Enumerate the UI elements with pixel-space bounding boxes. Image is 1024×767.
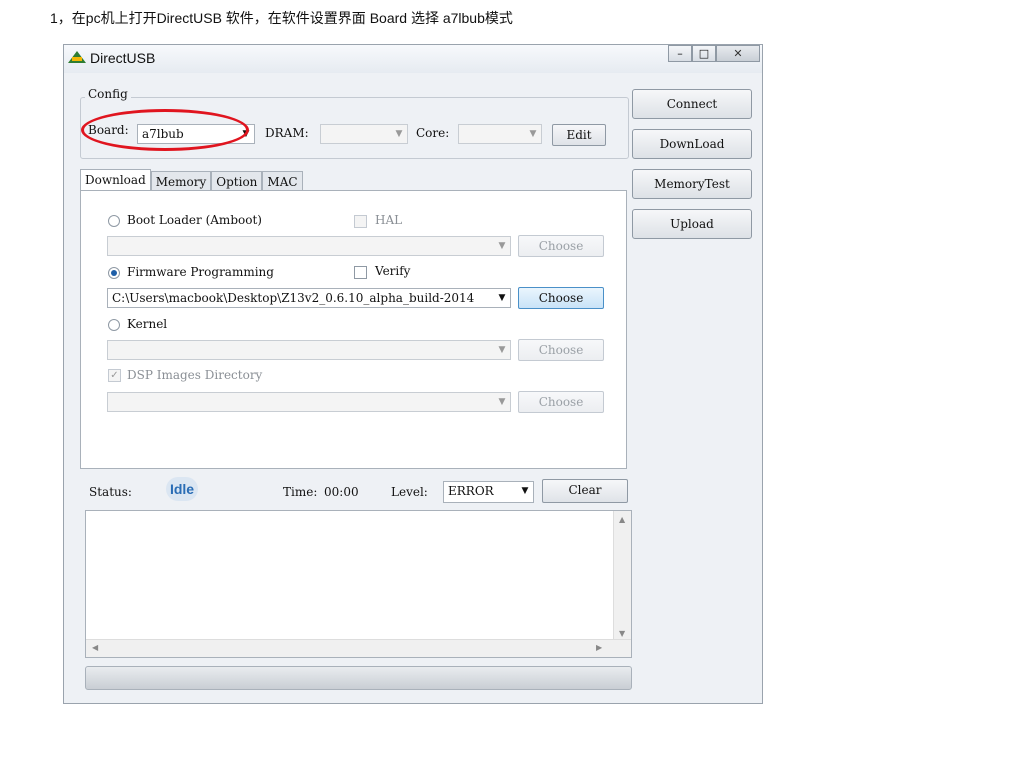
chevron-down-icon[interactable]: ▼ [517, 482, 533, 500]
status-label: Status: [89, 485, 132, 499]
level-select-value: ERROR [448, 484, 494, 498]
tab-mac[interactable]: MAC [262, 171, 303, 191]
core-label: Core: [416, 126, 450, 140]
time-value: 00:00 [324, 485, 359, 499]
dsp-label: DSP Images Directory [127, 368, 263, 382]
hal-checkbox[interactable] [354, 215, 367, 228]
kernel-path-select[interactable]: ▼ [107, 340, 511, 360]
scroll-right-icon[interactable]: ▶ [596, 643, 602, 652]
dsp-checkbox[interactable]: ✓ [108, 369, 121, 382]
close-button[interactable]: ✕ [716, 45, 760, 62]
chevron-down-icon[interactable]: ▼ [494, 237, 510, 255]
vertical-scrollbar[interactable]: ▲ ▼ [613, 511, 631, 642]
firmware-radio[interactable] [108, 267, 120, 279]
window-controls: – □ ✕ [668, 45, 760, 63]
maximize-button[interactable]: □ [692, 45, 716, 62]
tab-option[interactable]: Option [211, 171, 263, 191]
firmware-choose-button[interactable]: Choose [518, 287, 604, 309]
horizontal-scrollbar[interactable]: ◀ ▶ [86, 639, 631, 657]
firmware-label: Firmware Programming [127, 265, 274, 279]
tab-bar: Download Memory Option MAC [80, 169, 303, 191]
connect-button[interactable]: Connect [632, 89, 752, 119]
progress-bar [85, 666, 632, 690]
bootloader-label: Boot Loader (Amboot) [127, 213, 262, 227]
bootloader-radio[interactable] [108, 215, 120, 227]
chevron-down-icon[interactable]: ▼ [525, 125, 541, 143]
chevron-down-icon[interactable]: ▼ [494, 341, 510, 359]
minimize-button[interactable]: – [668, 45, 692, 62]
verify-checkbox[interactable] [354, 266, 367, 279]
dsp-choose-button[interactable]: Choose [518, 391, 604, 413]
config-legend: Config [85, 87, 131, 101]
hal-label: HAL [375, 213, 403, 227]
chevron-down-icon[interactable]: ▼ [494, 393, 510, 411]
kernel-radio[interactable] [108, 319, 120, 331]
verify-label: Verify [375, 264, 411, 278]
core-select[interactable]: ▼ [458, 124, 542, 144]
upload-button[interactable]: Upload [632, 209, 752, 239]
chevron-down-icon[interactable]: ▼ [391, 125, 407, 143]
window-title: DirectUSB [90, 50, 156, 66]
bootloader-choose-button[interactable]: Choose [518, 235, 604, 257]
tab-memory[interactable]: Memory [150, 171, 212, 191]
board-highlight-circle [81, 109, 249, 151]
kernel-choose-button[interactable]: Choose [518, 339, 604, 361]
firmware-path-select[interactable]: C:\Users\macbook\Desktop\Z13v2_0.6.10_al… [107, 288, 511, 308]
app-icon [68, 51, 86, 63]
directusb-window: DirectUSB – □ ✕ Config Board: a7lbub ▼ D… [63, 44, 763, 704]
memory-test-button[interactable]: MemoryTest [632, 169, 752, 199]
time-label: Time: [283, 485, 318, 499]
dsp-path-select[interactable]: ▼ [107, 392, 511, 412]
scroll-left-icon[interactable]: ◀ [92, 643, 98, 652]
scroll-down-icon[interactable]: ▼ [619, 629, 625, 638]
chevron-down-icon[interactable]: ▼ [494, 289, 510, 307]
slide-caption: 1，在pc机上打开DirectUSB 软件，在软件设置界面 Board 选择 a… [50, 10, 513, 26]
firmware-path-value: C:\Users\macbook\Desktop\Z13v2_0.6.10_al… [112, 291, 475, 305]
title-bar: DirectUSB – □ ✕ [64, 45, 762, 73]
level-label: Level: [391, 485, 428, 499]
log-output[interactable]: ▲ ▼ ◀ ▶ [85, 510, 632, 658]
download-button[interactable]: DownLoad [632, 129, 752, 159]
bootloader-path-select[interactable]: ▼ [107, 236, 511, 256]
download-panel: Boot Loader (Amboot) HAL ▼ Choose Firmwa… [80, 190, 627, 469]
level-select[interactable]: ERROR ▼ [443, 481, 534, 503]
clear-button[interactable]: Clear [542, 479, 628, 503]
tab-download[interactable]: Download [80, 169, 151, 191]
dram-select[interactable]: ▼ [320, 124, 408, 144]
scroll-up-icon[interactable]: ▲ [619, 515, 625, 524]
status-badge: Idle [166, 477, 198, 501]
dram-label: DRAM: [265, 126, 309, 140]
kernel-label: Kernel [127, 317, 168, 331]
edit-button[interactable]: Edit [552, 124, 606, 146]
